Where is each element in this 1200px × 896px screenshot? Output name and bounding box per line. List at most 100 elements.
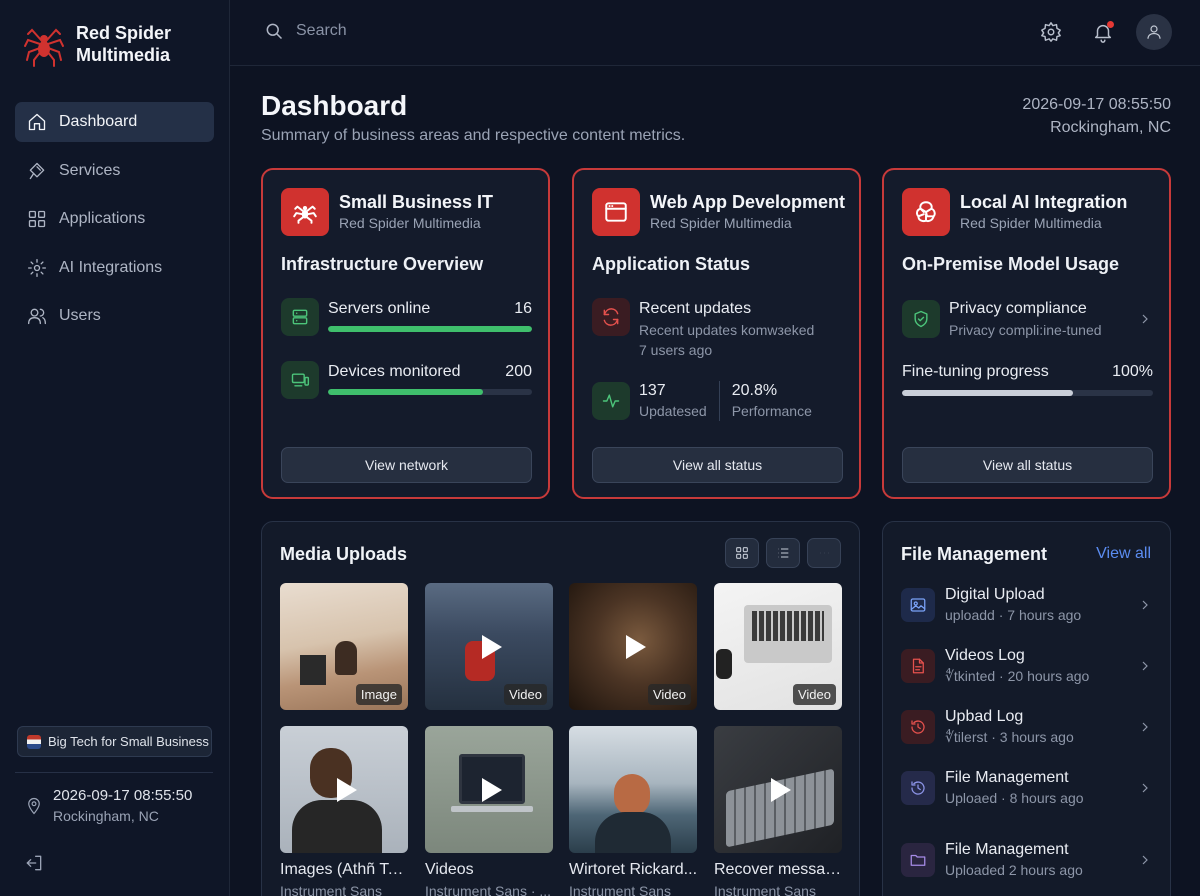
chevron-right-icon [1137,597,1153,613]
sidebar-item-services[interactable]: Services [15,151,214,191]
progress-fill [902,390,1073,396]
avatar[interactable] [1136,14,1172,50]
bell-icon[interactable] [1092,21,1114,43]
privacy-compliance-row[interactable]: Privacy compliance Privacy compli:ine-tu… [902,298,1153,340]
card-title: Small Business IT [339,192,494,212]
chevron-right-icon [1137,780,1153,796]
media-thumb[interactable] [714,726,842,853]
history-icon [901,771,935,805]
chevron-right-icon [1137,852,1153,868]
file-item[interactable]: File Management Uploaed · 8 hours ago [901,767,1153,809]
sidebar-item-dashboard[interactable]: Dashboard [15,102,214,142]
header-meta: 2026-09-17 08:55:50 Rockingham, NC [1022,93,1171,139]
card-local-ai-integration: Local AI Integration Red Spider Multimed… [882,168,1171,499]
view-all-link[interactable]: View all [1096,545,1151,563]
sidebar-item-label: Dashboard [59,113,138,130]
metric-label: Devices monitored [328,363,461,380]
progress-bar [328,326,532,332]
chevron-right-icon [1137,719,1153,735]
activity-icon [592,382,630,420]
metric-value: 200 [505,363,532,380]
recent-updates-detail: Recent updates komwзeked [639,322,815,338]
media-thumb[interactable]: Video [569,583,697,710]
shield-check-icon [902,300,940,338]
metric-value: 16 [514,300,532,317]
sidebar-item-label: AI Integrations [59,258,163,276]
search-icon [266,23,283,40]
sidebar-meta: 2026-09-17 08:55:50 Rockingham, NC [25,786,192,826]
card-small-business-it: Small Business IT Red Spider Multimedia … [261,168,550,499]
list-view-button[interactable] [766,538,800,568]
more-options-button[interactable] [807,538,841,568]
logout-icon[interactable] [24,853,44,873]
users-icon [27,306,47,326]
view-network-button[interactable]: View network [281,447,532,483]
header-location: Rockingham, NC [1050,119,1171,136]
media-caption: Images (Athñ To... [280,861,408,878]
divider [15,772,213,773]
file-item[interactable]: Digital Upload uploadd · 7 hours ago [901,584,1153,626]
privacy-subtitle: Privacy compli:ine-tuned [949,322,1102,338]
spider-icon [24,28,64,67]
file-item[interactable]: Videos Log ∜tkinted · 20 hours ago [901,645,1153,687]
file-management-panel: File Management View all Digital Upload … [882,521,1171,896]
progress-bar [328,389,532,395]
brand[interactable]: Red Spider Multimedia [22,20,196,68]
chevron-right-icon [1137,311,1153,327]
card-section-title: Infrastructure Overview [281,254,484,274]
media-thumb[interactable]: Video [425,583,553,710]
media-type-badge: Image [355,684,402,705]
image-icon [901,588,935,622]
sidebar-item-ai-integrations[interactable]: AI Integrations [15,248,214,288]
file-name: Upbad Log [945,708,1024,725]
progress-label: Fine-tuning progress [902,363,1049,380]
media-thumb[interactable]: Video [714,583,842,710]
media-type-badge: Video [792,684,836,705]
folder-icon [901,843,935,877]
play-icon [482,777,502,802]
user-icon [1147,25,1161,39]
file-item[interactable]: File Management Uploaded 2 hours ago [901,839,1153,881]
file-name: Videos Log [945,647,1025,664]
media-caption: Recover messag... [714,861,842,878]
search-box[interactable] [264,21,596,41]
sidebar-item-applications[interactable]: Applications [15,199,214,239]
settings-icon[interactable] [1040,21,1062,43]
media-subcaption: Instrument Sans [569,883,671,896]
page-title: Dashboard [261,90,408,121]
progress-fill [328,389,484,395]
view-all-status-button[interactable]: View all status [902,447,1153,483]
file-item[interactable]: Upbad Log ∜tilerst · 3 hours ago [901,706,1153,748]
media-thumb[interactable] [280,726,408,853]
card-company: Red Spider Multimedia [960,215,1102,231]
search-input[interactable] [296,22,596,40]
refresh-icon [592,298,630,336]
grid-icon [736,547,748,559]
card-company: Red Spider Multimedia [650,215,792,231]
play-icon [482,634,502,659]
tagline-badge[interactable]: Big Tech for Small Business [17,726,212,757]
sidebar-item-label: Services [59,161,121,179]
metric-label: Servers online [328,300,431,317]
media-thumb[interactable] [569,726,697,853]
list-icon [778,548,789,558]
brand-name: Red Spider Multimedia [76,23,172,65]
topbar [230,0,1200,66]
privacy-title: Privacy compliance [949,300,1087,317]
media-thumb[interactable]: Image [280,583,408,710]
sidebar-item-users[interactable]: Users [15,296,214,336]
media-type-badge: Video [647,684,691,705]
view-all-status-button[interactable]: View all status [592,447,843,483]
grid-icon [27,209,47,229]
file-name: Digital Upload [945,586,1045,603]
sidebar-location: Rockingham, NC [53,808,159,824]
media-thumb[interactable] [425,726,553,853]
file-meta: ∜tkinted · 20 hours ago [945,668,1090,684]
panel-title: File Management [901,544,1048,564]
file-name: File Management [945,841,1069,858]
view-toggle-group [718,538,841,568]
progress-bar [902,390,1153,396]
grid-view-button[interactable] [725,538,759,568]
progress-fill [328,326,532,332]
browser-window-icon [592,188,640,236]
